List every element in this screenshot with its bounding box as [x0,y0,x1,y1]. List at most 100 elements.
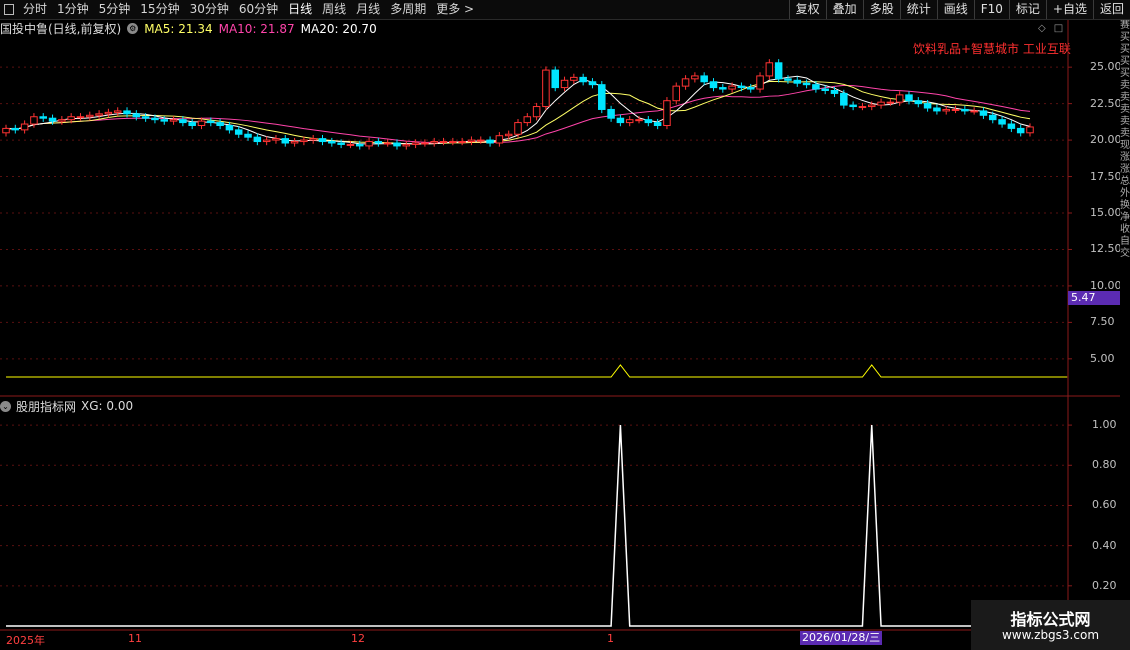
candle-down [244,133,252,138]
candle-down [905,94,913,102]
candle-down [355,143,364,147]
watermark: 指标公式网 www.zbgs3.com [971,600,1130,650]
candle-up [765,62,774,77]
candle-down [709,81,718,89]
candle-up [2,127,10,134]
price-tick-label: 7.50 [1090,315,1115,329]
candle-down [607,108,615,119]
candle-up [197,120,206,126]
indicator-name[interactable]: 股朋指标网 [16,398,76,415]
candle-up [20,123,29,131]
candle-down [551,69,559,89]
candle-down [802,82,811,86]
candle-up [30,116,38,125]
indicator-tick-label: 0.80 [1092,458,1117,472]
candle-up [886,101,895,104]
candle-down [961,108,969,112]
candle-down [579,76,587,83]
candle-up [365,141,373,147]
candle-down [700,75,708,83]
current-price-marker: 5.47 [1068,291,1123,305]
candle-up [113,110,122,113]
candle-down [11,127,20,131]
price-tick-label: 15.00 [1090,206,1122,219]
candle-up [635,119,643,122]
candle-down [160,119,169,122]
candle-down [123,110,131,115]
candle-down [281,138,290,144]
candle-down [998,119,1006,125]
xg-line [6,425,1068,627]
candle-up [467,139,476,143]
candle-up [346,143,355,146]
candle-down [719,87,727,90]
candle-up [458,141,466,144]
candle-down [393,142,401,147]
candle-up [970,110,978,113]
candle-down [151,117,159,121]
price-tick-label: 10.00 [1090,278,1122,292]
candle-up [681,78,690,87]
candle-down [48,117,57,122]
candle-down [132,113,141,118]
indicator-tick-label: 0.60 [1092,498,1117,512]
date-label-year: 2025年 [6,634,45,647]
candle-up [1026,126,1034,134]
candle-up [309,138,317,141]
candle-down [737,85,746,89]
candle-up [504,133,513,137]
price-tick-label: 17.50 [1090,169,1122,183]
candle-up [672,85,681,102]
candle-down [179,119,187,124]
candle-down [774,62,783,80]
candle-down [598,84,606,110]
chart-canvas[interactable] [0,0,1130,650]
candle-up [300,139,308,143]
candle-up [477,139,485,142]
candle-down [318,138,327,143]
candle-down [746,87,755,90]
candle-up [514,122,522,135]
indicator-title-row: ⌄ 股朋指标网 XG: 0.00 [0,398,133,414]
candle-down [840,92,848,106]
indicator-collapse-icon[interactable]: ⌄ [0,400,11,412]
watermark-url: www.zbgs3.com [1001,628,1100,642]
date-label-dec: 12 [351,632,365,645]
candle-up [439,141,448,144]
candle-down [253,136,262,143]
candle-up [895,94,904,103]
candle-up [262,139,271,143]
candle-down [588,81,597,86]
price-tick-label: 22.50 [1090,96,1122,110]
candle-up [449,141,457,144]
watermark-title: 指标公式网 [1010,610,1091,629]
candle-up [570,76,578,81]
candle-down [812,84,820,90]
price-tick-label: 25.00 [1090,60,1122,74]
candle-up [663,100,671,127]
side-info-strip: 赛买买买买卖卖卖卖卖现涨涨总外换净收自交 [1120,20,1130,630]
date-label-jan: 1 [607,632,614,645]
candle-up [560,79,569,89]
candle-down [374,141,383,144]
candle-down [337,142,345,145]
candle-up [421,142,429,145]
candle-up [858,106,867,109]
candle-down [216,122,224,127]
candle-up [290,141,299,144]
candle-down [616,117,625,124]
candle-down [933,107,941,112]
price-tick-label: 5.00 [1090,351,1115,365]
candle-down [188,122,196,127]
date-axis: 2025年 11 12 1 2026/01/28/三 [0,630,1130,650]
candle-down [39,116,47,119]
candle-up [877,101,885,106]
price-tick-label: 12.50 [1090,242,1122,256]
candle-up [523,116,532,124]
indicator-tick-label: 0.40 [1092,538,1117,552]
candle-up [104,111,113,115]
candle-down [914,100,923,105]
price-tick-label: 20.00 [1090,133,1122,147]
candle-up [691,75,699,80]
candle-up [383,142,392,145]
